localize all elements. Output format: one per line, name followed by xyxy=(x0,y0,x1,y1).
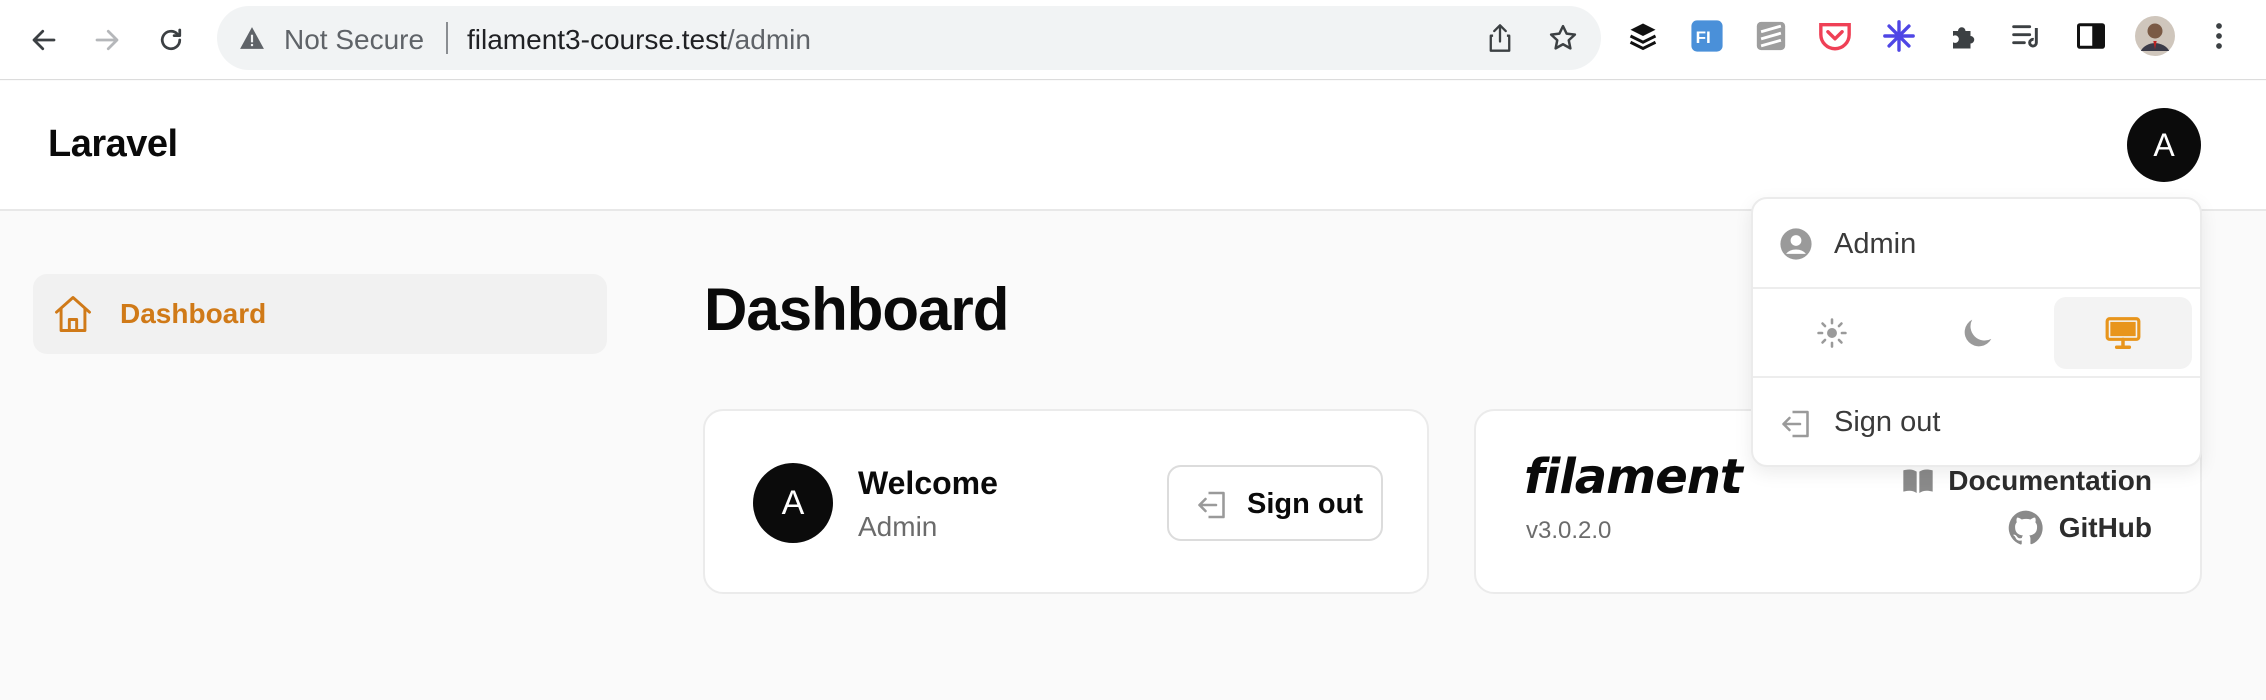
security-label: Not Secure xyxy=(284,24,425,55)
moon-icon xyxy=(1964,319,1992,347)
filament-logo: filament xyxy=(1524,449,1743,505)
stack-extension-icon[interactable] xyxy=(1751,16,1791,56)
theme-switcher xyxy=(1753,289,2200,378)
layers-extension-icon[interactable] xyxy=(1623,16,1663,56)
avatar: A xyxy=(753,463,833,543)
filament-version: v3.0.2.0 xyxy=(1526,517,1612,544)
user-circle-icon xyxy=(1780,228,1812,260)
user-menu-dropdown: Admin Sign out xyxy=(1751,197,2202,467)
forward-arrow-icon[interactable] xyxy=(85,18,129,62)
home-icon xyxy=(55,296,91,332)
user-menu-sign-out[interactable]: Sign out xyxy=(1753,378,2200,467)
documentation-label: Documentation xyxy=(1948,465,2152,496)
warning-triangle-icon xyxy=(240,27,264,49)
page-title: Dashboard xyxy=(704,276,1009,343)
back-arrow-icon[interactable] xyxy=(22,18,66,62)
fi-extension-icon[interactable]: FI xyxy=(1687,16,1727,56)
svg-text:FI: FI xyxy=(1696,28,1711,47)
omnibox-divider xyxy=(446,22,448,54)
theme-dark-button[interactable] xyxy=(1909,297,2047,369)
url-text: filament3-course.test/admin xyxy=(467,24,811,56)
user-menu-sign-out-label: Sign out xyxy=(1834,406,1941,438)
browser-menu-icon[interactable] xyxy=(2199,16,2239,56)
bookmark-star-icon[interactable] xyxy=(1545,20,1581,56)
profile-avatar-icon[interactable] xyxy=(2135,16,2175,56)
documentation-link[interactable]: Documentation xyxy=(1902,465,2152,497)
github-icon xyxy=(2008,510,2043,545)
share-icon[interactable] xyxy=(1482,20,1518,56)
user-menu-profile[interactable]: Admin xyxy=(1753,199,2200,289)
theme-light-button[interactable] xyxy=(1763,297,1901,369)
sign-out-icon xyxy=(1198,491,1225,519)
side-panel-icon[interactable] xyxy=(2071,16,2111,56)
pocket-icon[interactable] xyxy=(1815,16,1855,56)
browser-toolbar: Not Secure filament3-course.test/admin F… xyxy=(0,0,2266,80)
user-menu-avatar[interactable]: A xyxy=(2127,108,2201,182)
sidebar-item-dashboard[interactable]: Dashboard xyxy=(33,274,607,354)
sparkle-extension-icon[interactable] xyxy=(1879,16,1919,56)
app-topbar: Laravel A xyxy=(0,81,2266,211)
sign-out-label: Sign out xyxy=(1247,488,1363,520)
puzzle-extensions-icon[interactable] xyxy=(1943,16,1983,56)
welcome-title: Welcome xyxy=(858,465,998,501)
url-host: filament3-course.test xyxy=(467,24,727,55)
github-link[interactable]: GitHub xyxy=(2007,509,2152,547)
sun-icon xyxy=(1817,318,1847,348)
theme-system-button[interactable] xyxy=(2054,297,2192,369)
welcome-username: Admin xyxy=(858,511,938,542)
book-icon xyxy=(1903,469,1933,493)
sign-out-icon xyxy=(1782,410,1809,438)
user-menu-name: Admin xyxy=(1834,228,1917,260)
sidebar-item-label: Dashboard xyxy=(120,298,267,329)
sign-out-button[interactable]: Sign out xyxy=(1167,465,1383,541)
welcome-card: A Welcome Admin Sign out xyxy=(703,409,1429,594)
github-label: GitHub xyxy=(2058,512,2152,543)
reading-list-icon[interactable] xyxy=(2007,16,2047,56)
monitor-icon xyxy=(2105,317,2141,349)
reload-icon[interactable] xyxy=(149,18,193,62)
brand-logo[interactable]: Laravel xyxy=(48,123,178,166)
address-bar[interactable]: Not Secure filament3-course.test/admin xyxy=(217,6,1601,70)
url-path: /admin xyxy=(726,24,811,55)
